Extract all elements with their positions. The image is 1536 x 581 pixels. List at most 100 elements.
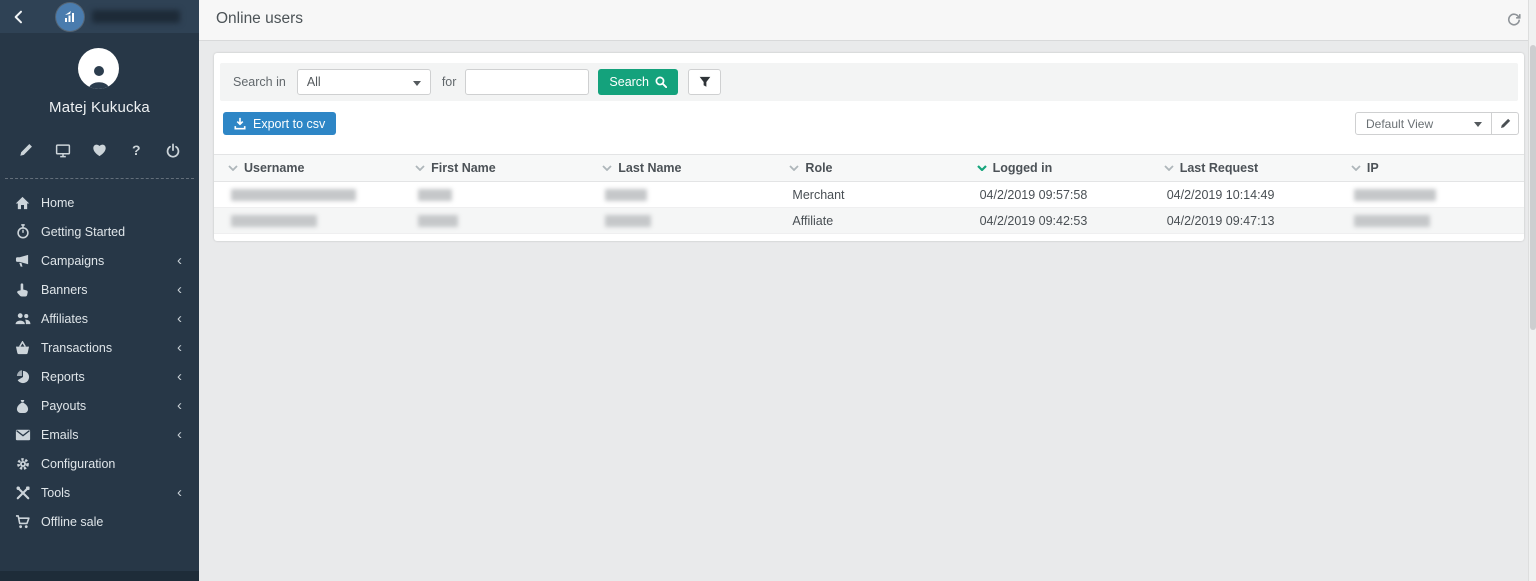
- brand-name-redacted: [92, 10, 180, 23]
- avatar[interactable]: [78, 48, 119, 89]
- column-header-role[interactable]: Role: [775, 155, 962, 181]
- home-icon: [14, 195, 31, 211]
- export-to-csv-button[interactable]: Export to csv: [223, 112, 336, 135]
- pencil-icon[interactable]: [17, 141, 35, 159]
- column-header-label: Logged in: [993, 161, 1053, 175]
- pie-chart-icon: [14, 369, 31, 385]
- sort-chevron-icon: [228, 165, 238, 171]
- cell-last-name-redacted: [588, 182, 775, 207]
- sidebar-item-label: Transactions: [41, 341, 177, 355]
- chevron-left-icon: ‹: [177, 343, 182, 353]
- search-button[interactable]: Search: [598, 69, 678, 95]
- cell-username-redacted: [214, 182, 401, 207]
- sidebar-item-label: Getting Started: [41, 225, 187, 239]
- column-header-ip[interactable]: IP: [1337, 155, 1524, 181]
- stopwatch-icon: [14, 224, 31, 240]
- search-button-label: Search: [609, 75, 649, 89]
- app-logo-icon[interactable]: [56, 3, 84, 31]
- sidebar-item-home[interactable]: Home: [0, 188, 199, 217]
- collapse-sidebar-button[interactable]: [0, 0, 38, 33]
- cell-username-redacted: [214, 208, 401, 233]
- column-header-last-name[interactable]: Last Name: [588, 155, 775, 181]
- chevron-left-icon: ‹: [177, 430, 182, 440]
- content-panel: Search in All for Search: [214, 53, 1524, 241]
- column-header-label: IP: [1367, 161, 1379, 175]
- sidebar-item-reports[interactable]: Reports ‹: [0, 362, 199, 391]
- funnel-icon: [699, 76, 711, 88]
- search-bar: Search in All for Search: [220, 63, 1518, 101]
- redacted-text: [1354, 215, 1430, 227]
- sidebar-item-affiliates[interactable]: Affiliates ‹: [0, 304, 199, 333]
- table-row[interactable]: Merchant 04/2/2019 09:57:58 04/2/2019 10…: [214, 182, 1524, 208]
- sidebar-item-getting-started[interactable]: Getting Started: [0, 217, 199, 246]
- gear-icon: [14, 456, 31, 472]
- chevron-left-icon: [11, 9, 27, 25]
- caret-down-icon: [413, 81, 421, 86]
- cell-logged-in: 04/2/2019 09:57:58: [963, 182, 1150, 207]
- main-area: Online users Search in All for Search: [199, 0, 1536, 581]
- power-icon[interactable]: [164, 141, 182, 159]
- monitor-icon[interactable]: [54, 141, 72, 159]
- column-header-logged-in[interactable]: Logged in: [963, 155, 1150, 181]
- question-icon[interactable]: ?: [127, 141, 145, 159]
- sidebar-item-label: Payouts: [41, 399, 177, 413]
- sidebar-item-campaigns[interactable]: Campaigns ‹: [0, 246, 199, 275]
- sort-chevron-icon-active: [977, 165, 987, 171]
- table-row[interactable]: Affiliate 04/2/2019 09:42:53 04/2/2019 0…: [214, 208, 1524, 234]
- sidebar-item-offline-sale[interactable]: Offline sale: [0, 507, 199, 536]
- view-selector-group: Default View: [1355, 112, 1519, 135]
- column-header-label: Last Name: [618, 161, 681, 175]
- heart-icon[interactable]: [91, 141, 109, 159]
- redacted-text: [418, 189, 452, 201]
- caret-down-icon: [1474, 122, 1482, 127]
- view-select[interactable]: Default View: [1356, 113, 1491, 134]
- search-scope-select[interactable]: All: [297, 69, 431, 95]
- redacted-text: [231, 189, 356, 201]
- app-window: Matej Kukucka ? Home: [0, 0, 1536, 581]
- sidebar-item-emails[interactable]: Emails ‹: [0, 420, 199, 449]
- cell-last-request: 04/2/2019 09:47:13: [1150, 208, 1337, 233]
- profile-actions: ?: [0, 141, 199, 159]
- online-users-table: Username First Name Last Name Role: [214, 154, 1524, 234]
- cell-logged-in: 04/2/2019 09:42:53: [963, 208, 1150, 233]
- chevron-left-icon: ‹: [177, 285, 182, 295]
- sidebar-item-payouts[interactable]: Payouts ‹: [0, 391, 199, 420]
- user-name: Matej Kukucka: [0, 99, 199, 116]
- page-header: Online users: [199, 0, 1536, 41]
- vertical-scrollbar[interactable]: [1528, 0, 1536, 581]
- sidebar-item-configuration[interactable]: Configuration: [0, 449, 199, 478]
- sidebar-item-label: Emails: [41, 428, 177, 442]
- cell-ip-redacted: [1337, 208, 1524, 233]
- chevron-left-icon: ‹: [177, 314, 182, 324]
- edit-view-button[interactable]: [1491, 113, 1518, 134]
- sidebar-item-label: Affiliates: [41, 312, 177, 326]
- for-label: for: [442, 75, 457, 89]
- sidebar-item-label: Banners: [41, 283, 177, 297]
- magnifier-icon: [655, 76, 667, 88]
- sort-chevron-icon: [1164, 165, 1174, 171]
- refresh-icon[interactable]: [1504, 9, 1524, 29]
- cell-first-name-redacted: [401, 208, 588, 233]
- chevron-left-icon: ‹: [177, 372, 182, 382]
- scrollbar-thumb[interactable]: [1530, 45, 1536, 330]
- sidebar-item-label: Reports: [41, 370, 177, 384]
- sidebar-item-tools[interactable]: Tools ‹: [0, 478, 199, 507]
- search-input[interactable]: [465, 69, 589, 95]
- column-header-first-name[interactable]: First Name: [401, 155, 588, 181]
- filter-button[interactable]: [688, 69, 721, 95]
- sidebar-item-label: Configuration: [41, 457, 187, 471]
- money-bag-icon: [14, 398, 31, 414]
- sidebar-item-transactions[interactable]: Transactions ‹: [0, 333, 199, 362]
- cell-role: Affiliate: [775, 208, 962, 233]
- cell-last-name-redacted: [588, 208, 775, 233]
- sort-chevron-icon: [1351, 165, 1361, 171]
- sort-chevron-icon: [789, 165, 799, 171]
- sort-chevron-icon: [602, 165, 612, 171]
- sidebar-item-banners[interactable]: Banners ‹: [0, 275, 199, 304]
- cell-first-name-redacted: [401, 182, 588, 207]
- column-header-last-request[interactable]: Last Request: [1150, 155, 1337, 181]
- sidebar-item-label: Home: [41, 196, 187, 210]
- column-header-username[interactable]: Username: [214, 155, 401, 181]
- redacted-text: [231, 215, 317, 227]
- download-icon: [234, 117, 246, 130]
